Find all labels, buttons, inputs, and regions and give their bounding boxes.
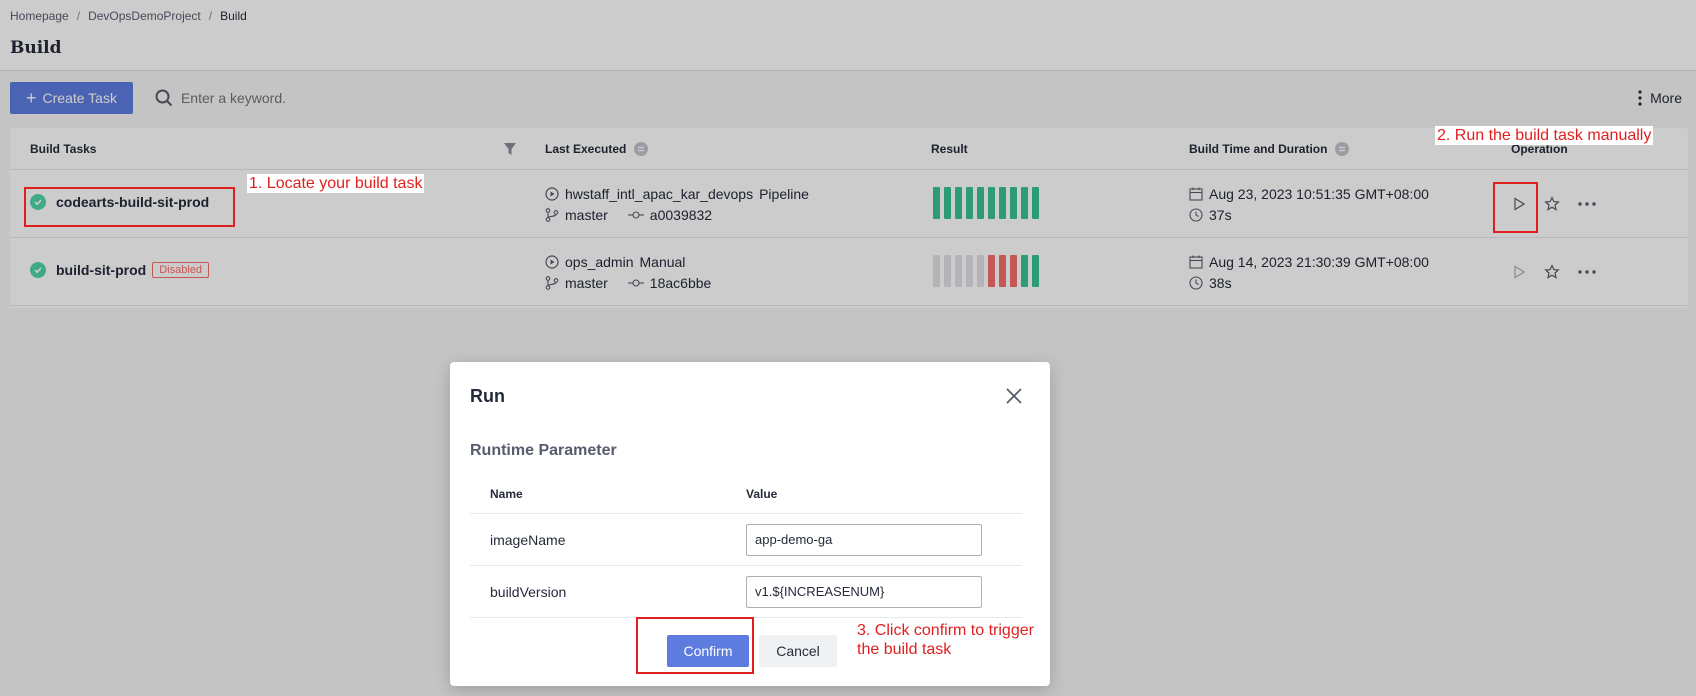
column-name-header: Name [490,486,523,501]
parameter-name: imageName [490,531,566,548]
column-value-header: Value [746,486,778,501]
annotation-step3: 3. Click confirm to trigger the build ta… [857,622,1034,658]
annotation-box-run [1493,182,1538,233]
annotation-step2: 2. Run the build task manually [1435,126,1654,145]
annotation-box-confirm [636,617,754,674]
build-version-input[interactable] [746,575,982,608]
parameter-row: imageName [470,514,1022,566]
dialog-title: Run [470,386,505,406]
parameter-table: Name Value imageName buildVersion [470,474,1022,618]
parameter-row: buildVersion [470,566,1022,618]
cancel-button[interactable]: Cancel [759,635,837,667]
annotation-box-task [24,187,235,227]
runtime-parameter-title: Runtime Parameter [470,442,617,459]
close-icon[interactable] [1004,386,1024,406]
annotation-step1: 1. Locate your build task [247,174,425,193]
image-name-input[interactable] [746,523,982,556]
parameter-table-header: Name Value [470,474,1022,514]
parameter-name: buildVersion [490,583,567,600]
